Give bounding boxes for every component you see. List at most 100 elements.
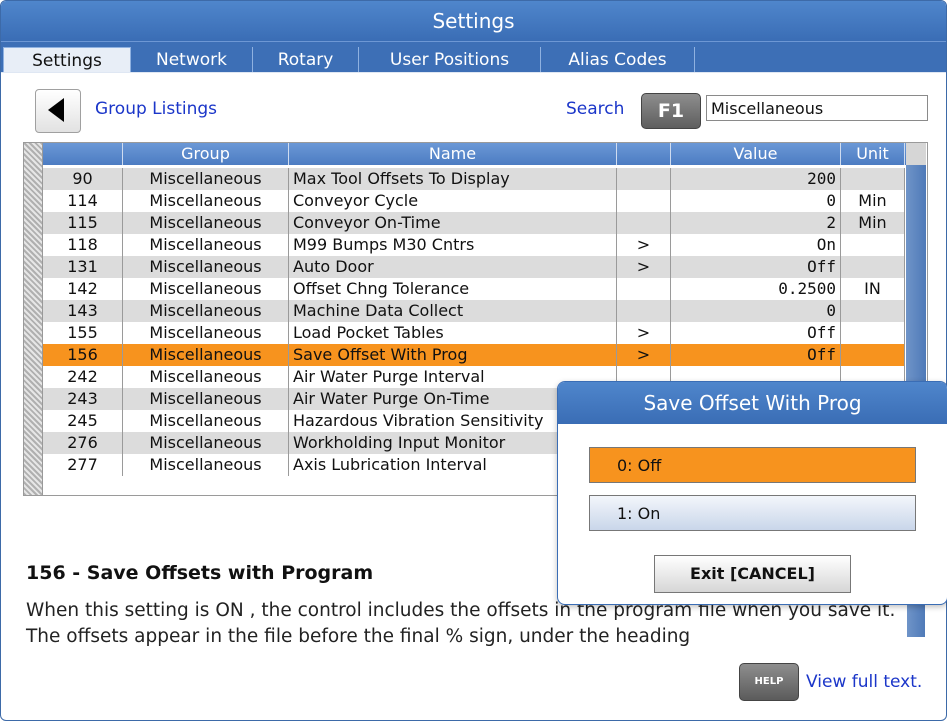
cell-arrow: [617, 190, 671, 212]
back-button[interactable]: [35, 89, 81, 133]
table-row[interactable]: 143 Miscellaneous Machine Data Collect 0: [43, 300, 905, 322]
cell-name: Load Pocket Tables: [289, 322, 617, 344]
view-full-text-link[interactable]: View full text.: [806, 672, 922, 692]
cell-arrow: >: [617, 322, 671, 344]
cell-name: Max Tool Offsets To Display: [289, 168, 617, 190]
header-value: Value: [671, 143, 841, 165]
cell-arrow: >: [617, 344, 671, 366]
cell-arrow: [617, 168, 671, 190]
cell-group: Miscellaneous: [123, 190, 289, 212]
left-triangle-icon: [48, 98, 64, 122]
table-row[interactable]: 114 Miscellaneous Conveyor Cycle 0 Min: [43, 190, 905, 212]
description-title: 156 - Save Offsets with Program: [26, 562, 374, 584]
tab-rotary[interactable]: Rotary: [253, 47, 359, 73]
cell-name: Machine Data Collect: [289, 300, 617, 322]
window-title: Settings: [1, 1, 946, 41]
cell-number: 277: [43, 454, 123, 476]
cell-value: 0.2500: [671, 278, 841, 300]
cell-value: 0: [671, 300, 841, 322]
tab-settings[interactable]: Settings: [3, 47, 131, 73]
tab-underline: [1, 72, 946, 73]
cell-number: 243: [43, 388, 123, 410]
cell-name: Conveyor Cycle: [289, 190, 617, 212]
cell-group: Miscellaneous: [123, 212, 289, 234]
header-unit: Unit: [841, 143, 905, 165]
cell-group: Miscellaneous: [123, 234, 289, 256]
cell-unit: Min: [841, 212, 905, 234]
cell-group: Miscellaneous: [123, 366, 289, 388]
header-arrow: [617, 143, 671, 165]
cell-value: 0: [671, 190, 841, 212]
table-row-selected[interactable]: 156 Miscellaneous Save Offset With Prog …: [43, 344, 905, 366]
cell-unit: [841, 256, 905, 278]
tab-bar: Settings Network Rotary User Positions A…: [1, 41, 946, 73]
cell-unit: [841, 300, 905, 322]
table-row[interactable]: 115 Miscellaneous Conveyor On-Time 2 Min: [43, 212, 905, 234]
cell-unit: Min: [841, 190, 905, 212]
header-number: [43, 143, 123, 165]
cell-number: 115: [43, 212, 123, 234]
cell-number: 118: [43, 234, 123, 256]
cell-unit: [841, 168, 905, 190]
cell-group: Miscellaneous: [123, 410, 289, 432]
header-group: Group: [123, 143, 289, 165]
search-input[interactable]: Miscellaneous: [706, 95, 928, 121]
tab-user-positions[interactable]: User Positions: [359, 47, 541, 73]
cell-name: M99 Bumps M30 Cntrs: [289, 234, 617, 256]
cell-arrow: [617, 212, 671, 234]
table-grip-handle[interactable]: [24, 143, 43, 495]
cell-number: 142: [43, 278, 123, 300]
group-listings-link[interactable]: Group Listings: [95, 99, 217, 119]
cell-unit: IN: [841, 278, 905, 300]
help-key-button[interactable]: HELP: [739, 663, 799, 701]
table-row[interactable]: 142 Miscellaneous Offset Chng Tolerance …: [43, 278, 905, 300]
cell-number: 90: [43, 168, 123, 190]
option-on[interactable]: 1: On: [589, 495, 916, 531]
cell-arrow: [617, 278, 671, 300]
cell-unit: [841, 322, 905, 344]
cell-arrow: >: [617, 256, 671, 278]
cell-group: Miscellaneous: [123, 388, 289, 410]
f1-key-button[interactable]: F1: [641, 93, 701, 129]
cell-group: Miscellaneous: [123, 454, 289, 476]
cell-number: 242: [43, 366, 123, 388]
cell-unit: [841, 344, 905, 366]
table-row[interactable]: 90 Miscellaneous Max Tool Offsets To Dis…: [43, 168, 905, 190]
cell-group: Miscellaneous: [123, 256, 289, 278]
option-off[interactable]: 0: Off: [589, 447, 916, 483]
cell-name: Offset Chng Tolerance: [289, 278, 617, 300]
save-offset-popup: Save Offset With Prog 0: Off 1: On Exit …: [557, 381, 947, 605]
settings-window: Settings Settings Network Rotary User Po…: [0, 0, 947, 721]
cell-number: 276: [43, 432, 123, 454]
cell-group: Miscellaneous: [123, 344, 289, 366]
cell-group: Miscellaneous: [123, 168, 289, 190]
cell-value: Off: [671, 322, 841, 344]
description-text: When this setting is ON , the control in…: [26, 600, 896, 647]
cell-group: Miscellaneous: [123, 432, 289, 454]
cell-name: Auto Door: [289, 256, 617, 278]
cell-name: Conveyor On-Time: [289, 212, 617, 234]
cell-number: 114: [43, 190, 123, 212]
cell-name: Save Offset With Prog: [289, 344, 617, 366]
cell-unit: [841, 234, 905, 256]
cell-value: Off: [671, 344, 841, 366]
cell-arrow: [617, 300, 671, 322]
cell-group: Miscellaneous: [123, 278, 289, 300]
cell-number: 156: [43, 344, 123, 366]
cell-group: Miscellaneous: [123, 322, 289, 344]
table-row[interactable]: 118 Miscellaneous M99 Bumps M30 Cntrs > …: [43, 234, 905, 256]
cell-value: 2: [671, 212, 841, 234]
cell-number: 131: [43, 256, 123, 278]
cell-group: Miscellaneous: [123, 300, 289, 322]
cell-number: 155: [43, 322, 123, 344]
tab-alias-codes[interactable]: Alias Codes: [541, 47, 695, 73]
cell-arrow: >: [617, 234, 671, 256]
table-row[interactable]: 131 Miscellaneous Auto Door > Off: [43, 256, 905, 278]
search-label[interactable]: Search: [566, 99, 624, 119]
cell-number: 245: [43, 410, 123, 432]
header-name: Name: [289, 143, 617, 165]
table-row[interactable]: 155 Miscellaneous Load Pocket Tables > O…: [43, 322, 905, 344]
tab-network[interactable]: Network: [131, 47, 253, 73]
popup-title: Save Offset With Prog: [558, 382, 947, 424]
exit-cancel-button[interactable]: Exit [CANCEL]: [654, 555, 851, 593]
